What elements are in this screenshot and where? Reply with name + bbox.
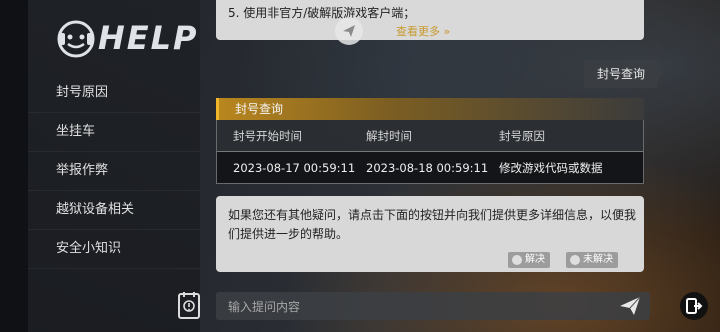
smile-icon	[512, 255, 522, 265]
cell-unban-time: 2023-08-18 00:59:11	[366, 160, 489, 175]
exit-icon	[686, 298, 703, 314]
question-input[interactable]	[216, 292, 610, 322]
sidebar-item-ban-reason[interactable]: 封号原因	[28, 74, 200, 113]
send-icon[interactable]	[335, 17, 363, 45]
message-text: 5. 使用非官方/破解版游戏客户端；	[228, 6, 416, 20]
solved-button[interactable]: 解决	[508, 252, 550, 268]
ban-query-card: 封号查询 封号开始时间 解封时间 封号原因 2023-08-17 00:59:1…	[216, 98, 644, 188]
sidebar-item-jailbreak[interactable]: 越狱设备相关	[28, 191, 200, 230]
left-edge-strip	[0, 0, 28, 332]
table-header-row: 封号开始时间 解封时间 封号原因	[217, 120, 643, 152]
logo-text: HELP	[98, 19, 199, 57]
column-header-reason: 封号原因	[499, 128, 545, 143]
table-row: 2023-08-17 00:59:11 2023-08-18 00:59:11 …	[217, 152, 643, 183]
sidebar-item-report-cheat[interactable]: 举报作弊	[28, 152, 200, 191]
column-header-start-time: 封号开始时间	[233, 128, 302, 143]
sidebar-item-security-tips[interactable]: 安全小知识	[28, 230, 200, 269]
ban-table: 封号开始时间 解封时间 封号原因 2023-08-17 00:59:11 202…	[216, 120, 644, 184]
cell-reason: 修改游戏代码或数据	[499, 160, 603, 175]
column-header-unban-time: 解封时间	[366, 128, 412, 143]
frown-icon	[570, 255, 580, 265]
send-icon[interactable]	[618, 295, 642, 317]
question-input-bar	[216, 292, 650, 322]
cell-start-time: 2023-08-17 00:59:11	[233, 160, 356, 175]
solved-label: 解决	[525, 254, 545, 265]
unsolved-button[interactable]: 未解决	[566, 252, 618, 268]
help-text: 如果您还有其他疑问，请点击下面的按钮并向我们提供更多详细信息，以便我们提供进一步…	[228, 208, 637, 241]
user-message-bubble: 封号查询	[584, 60, 665, 88]
bot-message-bubble: 5. 使用非官方/破解版游戏客户端； 查看更多 »	[216, 0, 644, 40]
bot-help-bubble: 如果您还有其他疑问，请点击下面的按钮并向我们提供更多详细信息，以便我们提供进一步…	[216, 196, 644, 272]
help-book-icon[interactable]	[176, 290, 202, 320]
unsolved-label: 未解决	[583, 254, 613, 265]
sidebar-item-carry[interactable]: 坐挂车	[28, 113, 200, 152]
exit-button[interactable]	[680, 292, 708, 320]
see-more-link[interactable]: 查看更多 »	[396, 23, 450, 39]
sidebar-menu: 封号原因 坐挂车 举报作弊 越狱设备相关 安全小知识	[28, 74, 200, 269]
ban-card-title: 封号查询	[216, 98, 644, 120]
